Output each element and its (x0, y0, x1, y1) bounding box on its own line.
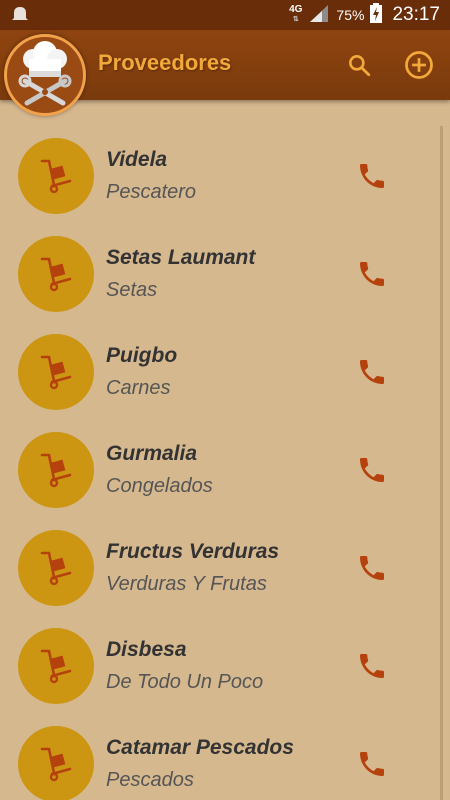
add-supplier-button[interactable] (402, 48, 436, 82)
call-button[interactable] (354, 550, 390, 586)
phone-icon (360, 458, 384, 482)
supplier-list: Videla Pescatero Setas Laumant Setas Pui… (0, 100, 440, 800)
search-button[interactable] (342, 48, 376, 82)
supplier-name: Catamar Pescados (106, 736, 294, 759)
call-button[interactable] (354, 452, 390, 488)
call-button[interactable] (354, 648, 390, 684)
network-arrows: ⇅ (292, 16, 299, 23)
call-button[interactable] (354, 158, 390, 194)
battery-charging-icon (370, 2, 383, 28)
phone-icon (360, 262, 384, 286)
supplier-name: Fructus Verduras (106, 540, 280, 563)
call-button[interactable] (354, 746, 390, 782)
network-indicator: 4G ⇅ (289, 5, 302, 25)
supplier-name: Videla (106, 148, 168, 171)
list-item[interactable]: Videla Pescatero (0, 100, 440, 214)
list-item[interactable]: Fructus Verduras Verduras Y Frutas (0, 492, 440, 606)
hand-truck-icon (18, 726, 94, 800)
list-item[interactable]: Gurmalia Congelados (0, 394, 440, 508)
list-item[interactable]: Puigbo Carnes (0, 296, 440, 410)
supplier-name: Setas Laumant (106, 246, 256, 269)
supplier-name: Gurmalia (106, 442, 198, 465)
call-button[interactable] (354, 256, 390, 292)
list-item[interactable]: Catamar Pescados Pescados (0, 688, 440, 800)
supplier-name: Puigbo (106, 344, 178, 367)
phone-icon (360, 556, 384, 580)
list-item[interactable]: Disbesa De Todo Un Poco (0, 590, 440, 704)
battery-percent: 75% (336, 7, 365, 23)
phone-icon (360, 164, 384, 188)
page-title: Proveedores (98, 50, 232, 75)
search-icon (349, 55, 371, 77)
list-item[interactable]: Setas Laumant Setas (0, 198, 440, 312)
phone-icon (360, 654, 384, 678)
phone-icon (360, 360, 384, 384)
supplier-category: Pescados (106, 769, 194, 791)
supplier-name: Disbesa (106, 638, 187, 661)
list-scrollbar[interactable] (440, 126, 443, 800)
phone-icon (360, 752, 384, 776)
call-button[interactable] (354, 354, 390, 390)
signal-icon (308, 3, 330, 28)
clock: 23:17 (392, 4, 440, 25)
add-circle-icon (405, 51, 433, 79)
network-type: 4G (289, 4, 303, 15)
notification-bell-icon (10, 4, 30, 29)
status-bar: 4G ⇅ 75% 23:17 (0, 0, 450, 30)
